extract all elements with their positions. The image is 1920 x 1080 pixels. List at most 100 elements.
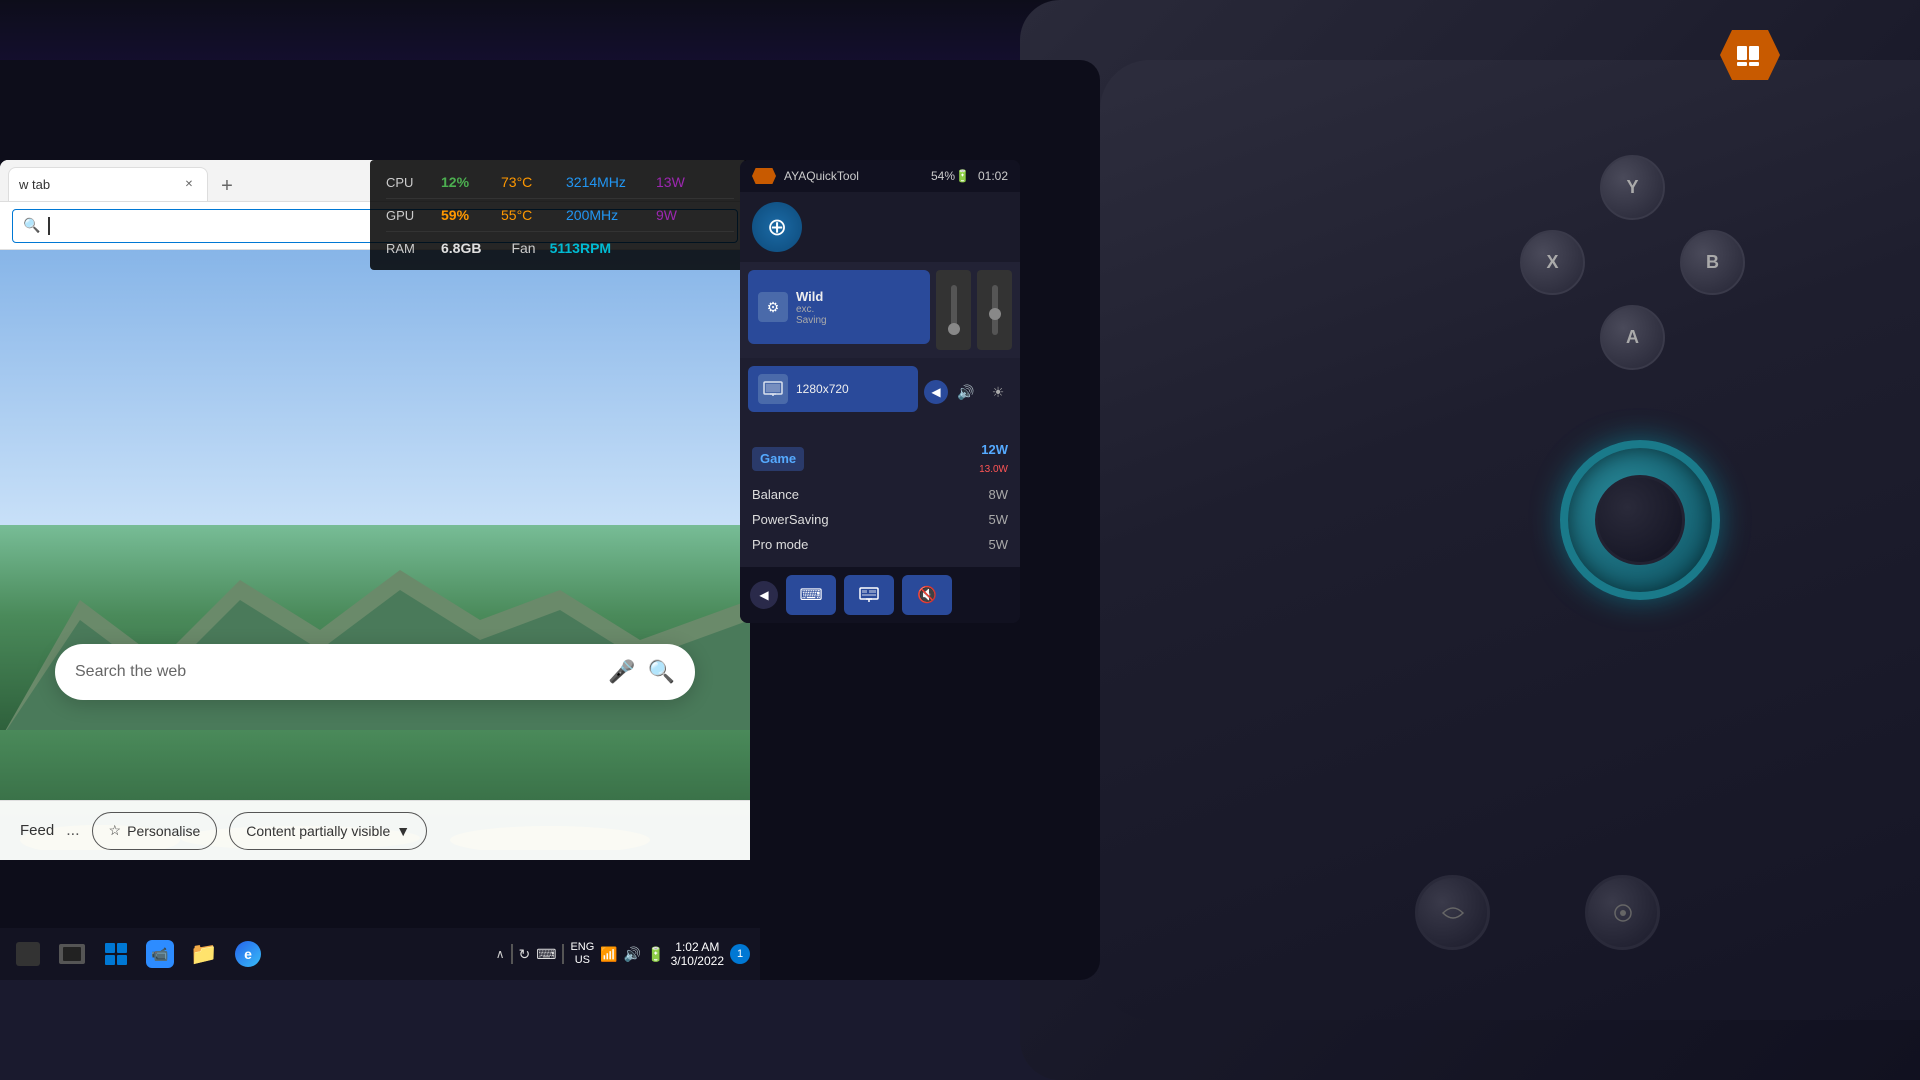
new-tab-button[interactable]: + bbox=[212, 171, 242, 201]
nav-left-arrow[interactable]: ◀ bbox=[924, 380, 948, 404]
search-web-bar[interactable]: Search the web 🎤 🔍 bbox=[55, 644, 695, 700]
ram-row: RAM 6.8GB Fan 5113RPM bbox=[386, 236, 734, 260]
aya-logo-small bbox=[752, 168, 776, 184]
notification-badge[interactable]: 1 bbox=[730, 944, 750, 964]
chevron-down-icon: ▼ bbox=[396, 823, 410, 839]
aya-panel-header: AYAQuickTool 54%🔋 01:02 bbox=[740, 160, 1020, 192]
battery-tray-icon: 🔋 bbox=[647, 946, 664, 963]
resolution-text: 1280x720 bbox=[796, 382, 849, 396]
gpu-temp: 55°C bbox=[501, 207, 556, 223]
system-tray: ∧ ↻ ⌨ ENG US 📶 🔊 🔋 1:02 AM 3/10/2022 bbox=[496, 940, 750, 968]
tray-expand-button[interactable]: ∧ bbox=[496, 947, 505, 961]
promode-row[interactable]: Pro mode 5W bbox=[752, 532, 1008, 557]
wild-sub1: exc. bbox=[796, 304, 827, 315]
taskbar-icon-folder[interactable]: 📁 bbox=[184, 934, 224, 974]
bottom-right-button[interactable] bbox=[1585, 875, 1660, 950]
battery-pct: 54% bbox=[931, 169, 955, 183]
resolution-value: 1280x720 bbox=[796, 382, 849, 396]
language-indicator[interactable]: ENG US bbox=[570, 941, 594, 967]
sound-nav-button[interactable]: 🔇 bbox=[902, 575, 952, 615]
promode-watt: 5W bbox=[989, 537, 1009, 552]
gpu-label: GPU bbox=[386, 208, 431, 223]
taskbar-icon-tiles[interactable] bbox=[96, 934, 136, 974]
mic-icon[interactable]: 🎤 bbox=[608, 659, 635, 685]
aya-quick-tool-panel: AYAQuickTool 54%🔋 01:02 ⊕ ⚙ Wild exc. Sa… bbox=[740, 160, 1020, 623]
keyboard-nav-button[interactable]: ⌨ bbox=[786, 575, 836, 615]
search-placeholder-text: Search the web bbox=[75, 663, 596, 681]
a-button[interactable]: A bbox=[1600, 305, 1665, 370]
game-mode-label: Game bbox=[760, 451, 796, 466]
balance-mode-row[interactable]: Balance 8W bbox=[752, 482, 1008, 507]
brightness-icon: ☀ bbox=[984, 378, 1012, 406]
x-button[interactable]: X bbox=[1520, 230, 1585, 295]
x-label: X bbox=[1546, 252, 1558, 273]
cpu-label: CPU bbox=[386, 175, 431, 190]
tab-close-button[interactable]: ✕ bbox=[181, 177, 197, 193]
taskbar-icon-zoom[interactable]: 📹 bbox=[140, 934, 180, 974]
newtab-content: s, place your favorites here on the favo… bbox=[0, 250, 750, 860]
resolution-icon bbox=[758, 374, 788, 404]
promode-label: Pro mode bbox=[752, 537, 808, 552]
browser-bottom-bar: Feed ... ☆ Personalise Content partially… bbox=[0, 800, 750, 860]
notification-count: 1 bbox=[737, 948, 743, 960]
resolution-area: 1280x720 ◀ 🔊 ☀ bbox=[740, 358, 1020, 426]
landscape-background bbox=[0, 250, 750, 860]
hw-divider-2 bbox=[386, 231, 734, 232]
a-label: A bbox=[1626, 327, 1639, 348]
clock-area[interactable]: 1:02 AM 3/10/2022 bbox=[671, 940, 724, 968]
feed-label: Feed bbox=[20, 822, 54, 839]
wifi-icon: 📶 bbox=[600, 946, 617, 963]
volume-slider[interactable] bbox=[936, 270, 971, 350]
game-mode-row[interactable]: Game 12W 13.0W bbox=[752, 436, 1008, 482]
b-button[interactable]: B bbox=[1680, 230, 1745, 295]
windows-taskbar: 📹 📁 e ∧ ↻ ⌨ ENG US 📶 🔊 🔋 bbox=[0, 928, 760, 980]
game-mode-highlight: Game bbox=[752, 447, 804, 471]
aya-bottom-navigation: ◀ ⌨ 🔇 bbox=[740, 567, 1020, 623]
gpu-percent: 59% bbox=[441, 207, 491, 223]
browser-tab[interactable]: w tab ✕ bbox=[8, 167, 208, 201]
y-button[interactable]: Y bbox=[1600, 155, 1665, 220]
mode-row: ⚙ Wild exc. Saving bbox=[748, 270, 1012, 350]
right-analog-stick[interactable] bbox=[1560, 440, 1720, 600]
search-magnifier-icon[interactable]: 🔍 bbox=[648, 659, 675, 685]
fan-rpm: 5113RPM bbox=[550, 240, 611, 256]
personalise-button[interactable]: ☆ Personalise bbox=[92, 812, 218, 850]
gpu-row: GPU 59% 55°C 200MHz 9W bbox=[386, 203, 734, 227]
ram-label: RAM bbox=[386, 241, 431, 256]
gpu-watt: 9W bbox=[656, 207, 677, 223]
content-partial-button[interactable]: Content partially visible ▼ bbox=[229, 812, 427, 850]
slider-track-2 bbox=[992, 285, 998, 335]
steam-button[interactable]: ⊕ bbox=[740, 192, 1020, 262]
y-label: Y bbox=[1626, 177, 1638, 198]
tray-divider bbox=[511, 944, 513, 964]
controller-body bbox=[1100, 60, 1920, 1020]
aya-battery: 54%🔋 bbox=[931, 169, 970, 183]
resolution-button[interactable]: 1280x720 bbox=[748, 366, 918, 412]
screen-nav-button[interactable] bbox=[844, 575, 894, 615]
taskbar-icon-edge[interactable]: e bbox=[228, 934, 268, 974]
bottom-left-button[interactable] bbox=[1415, 875, 1490, 950]
content-partial-label: Content partially visible bbox=[246, 823, 390, 839]
brightness-slider[interactable] bbox=[977, 270, 1012, 350]
powersaving-mode-row[interactable]: PowerSaving 5W bbox=[752, 507, 1008, 532]
fan-label: Fan bbox=[511, 240, 535, 256]
wild-mode-button[interactable]: ⚙ Wild exc. Saving bbox=[748, 270, 930, 344]
power-modes-area: Game 12W 13.0W Balance 8W PowerSaving 5W… bbox=[740, 426, 1020, 567]
cpu-percent: 12% bbox=[441, 174, 491, 190]
hw-stats-overlay: CPU 12% 73°C 3214MHz 13W GPU 59% 55°C 20… bbox=[370, 160, 750, 270]
taskbar-icon-windows[interactable] bbox=[8, 934, 48, 974]
cpu-watt: 13W bbox=[656, 174, 685, 190]
slider-track-1 bbox=[951, 285, 957, 335]
aya-logo bbox=[1720, 30, 1840, 130]
wild-icon: ⚙ bbox=[758, 292, 788, 322]
balance-label: Balance bbox=[752, 487, 799, 502]
taskbar-icon-unknown[interactable] bbox=[52, 934, 92, 974]
screen-container: w tab ✕ + 🔍 s, place your favorites here… bbox=[0, 60, 1100, 980]
aya-title: AYAQuickTool bbox=[784, 169, 859, 183]
balance-watt: 8W bbox=[989, 487, 1009, 502]
back-nav-button[interactable]: ◀ bbox=[750, 581, 778, 609]
feed-options-button[interactable]: ... bbox=[66, 822, 79, 840]
cpu-row: CPU 12% 73°C 3214MHz 13W bbox=[386, 170, 734, 194]
wild-text-area: Wild exc. Saving bbox=[796, 289, 827, 326]
volume-icon: 🔊 bbox=[952, 378, 980, 406]
